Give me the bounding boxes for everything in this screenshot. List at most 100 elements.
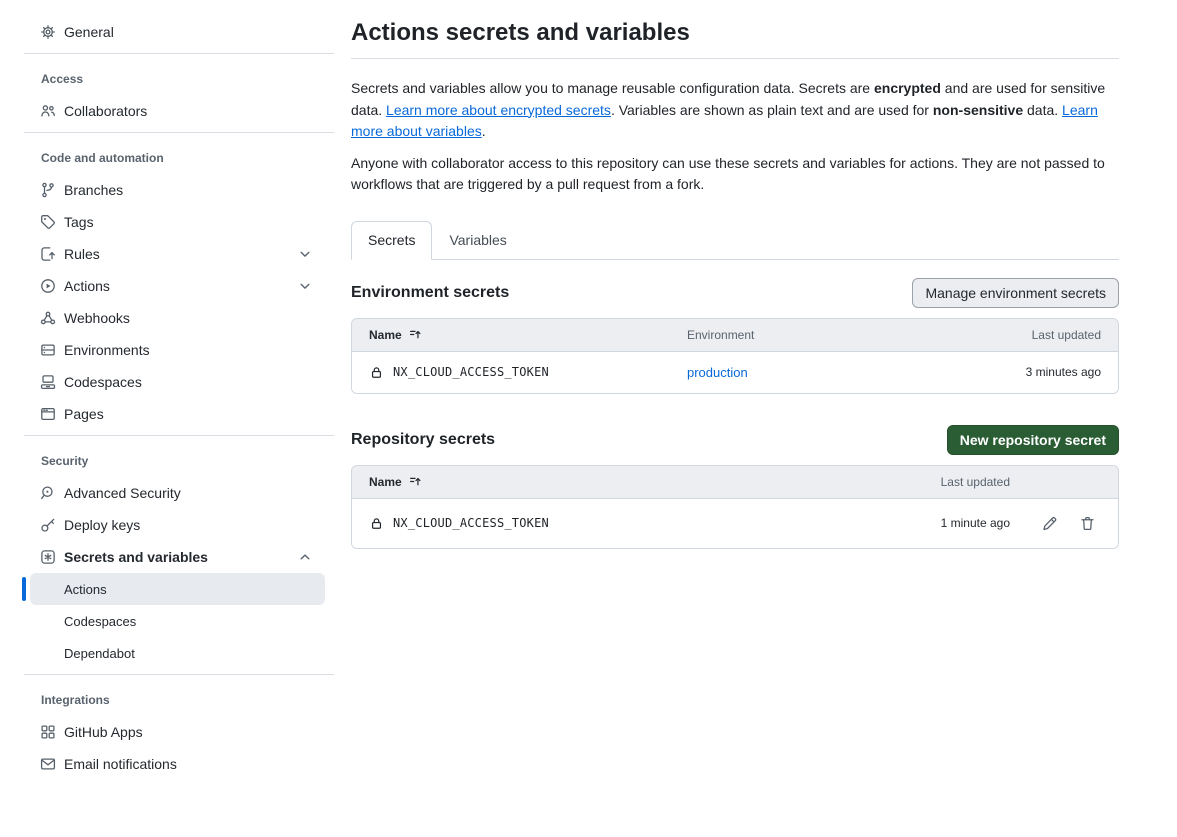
sidebar-item-general[interactable]: General [22,16,325,48]
column-header-label: Name [369,475,402,489]
environment-secrets-heading: Environment secrets [351,284,509,302]
repository-secrets-header: Repository secrets New repository secret [351,425,1119,455]
server-icon [40,342,56,358]
sidebar-item-secrets-and-variables[interactable]: Secrets and variables [22,541,325,573]
sidebar-item-tags[interactable]: Tags [22,206,325,238]
sidebar-item-pages[interactable]: Pages [22,398,325,430]
new-repository-secret-button[interactable]: New repository secret [947,425,1119,455]
pencil-icon [1041,515,1058,532]
chevron-up-icon [297,549,313,565]
intro-paragraph-1: Secrets and variables allow you to manag… [351,78,1119,143]
sidebar-item-label: Actions [64,582,107,597]
repository-secrets-table: Name Last updated [351,465,1119,549]
sidebar-item-label: Dependabot [64,646,135,661]
row-actions [1010,515,1118,532]
key-icon [40,517,56,533]
intro-segment: . [482,123,486,139]
git-branch-icon [40,182,56,198]
main-content: Actions secrets and variables Secrets an… [351,0,1119,780]
lock-icon [369,516,384,531]
sidebar-divider [24,674,334,675]
sidebar-item-rules[interactable]: Rules [22,238,325,270]
column-header-label: Name [369,328,402,342]
play-circle-icon [40,278,56,294]
edit-secret-button[interactable] [1041,515,1058,532]
column-header-name[interactable]: Name [352,328,687,342]
sidebar-item-collaborators[interactable]: Collaborators [22,95,325,127]
tab-secrets[interactable]: Secrets [351,221,432,260]
codespaces-icon [40,374,56,390]
sidebar-item-deploy-keys[interactable]: Deploy keys [22,509,325,541]
last-updated-cell: 3 minutes ago [918,365,1118,379]
environment-secrets-header: Environment secrets Manage environment s… [351,278,1119,308]
sort-ascending-icon [409,328,422,341]
sidebar-item-label: Codespaces [64,614,136,629]
page-title: Actions secrets and variables [351,16,1119,59]
sidebar-item-branches[interactable]: Branches [22,174,325,206]
tab-variables[interactable]: Variables [432,221,523,260]
column-header-name[interactable]: Name [352,475,880,489]
sidebar-item-label: Email notifications [64,756,177,772]
intro-paragraph-2: Anyone with collaborator access to this … [351,153,1119,196]
mail-icon [40,756,56,772]
last-updated-cell: 1 minute ago [880,516,1010,530]
sidebar-item-label: GitHub Apps [64,724,143,740]
chevron-down-icon [297,246,313,262]
sidebar-item-advanced-security[interactable]: Advanced Security [22,477,325,509]
sidebar-section-security: Security [22,445,325,477]
sidebar-section-integrations: Integrations [22,684,325,716]
learn-more-encrypted-secrets-link[interactable]: Learn more about encrypted secrets [386,102,611,118]
sidebar-item-codespaces[interactable]: Codespaces [22,366,325,398]
secret-name: NX_CLOUD_ACCESS_TOKEN [393,365,549,379]
sidebar-item-label: Codespaces [64,374,142,390]
apps-grid-icon [40,724,56,740]
asterisk-box-icon [40,549,56,565]
column-header-last-updated: Last updated [918,328,1118,342]
sidebar-divider [24,132,334,133]
codescan-icon [40,485,56,501]
column-header-environment: Environment [687,328,918,342]
sidebar-item-environments[interactable]: Environments [22,334,325,366]
sidebar-section-access: Access [22,63,325,95]
sort-ascending-icon [409,475,422,488]
sidebar-subitem-actions[interactable]: Actions [30,573,325,605]
sidebar-item-label: Webhooks [64,310,130,326]
sidebar-item-label: Pages [64,406,104,422]
sidebar-item-label: Secrets and variables [64,549,208,565]
secrets-variables-tabnav: Secrets Variables [351,221,1119,260]
sidebar-item-actions[interactable]: Actions [22,270,325,302]
sidebar-item-email-notifications[interactable]: Email notifications [22,748,325,780]
sidebar-item-label: Environments [64,342,150,358]
browser-icon [40,406,56,422]
sidebar-divider [24,53,334,54]
sidebar-item-label: General [64,24,114,40]
table-header-row: Name Environment Last updated [352,319,1118,352]
sidebar-item-label: Rules [64,246,100,262]
sidebar-subitem-dependabot[interactable]: Dependabot [22,637,325,669]
delete-secret-button[interactable] [1079,515,1096,532]
gear-icon [40,24,56,40]
environment-link[interactable]: production [687,365,748,380]
sidebar-item-label: Actions [64,278,110,294]
people-icon [40,103,56,119]
secret-name-cell: NX_CLOUD_ACCESS_TOKEN [352,365,687,380]
sidebar-subitem-codespaces[interactable]: Codespaces [22,605,325,637]
sidebar-item-webhooks[interactable]: Webhooks [22,302,325,334]
secret-name: NX_CLOUD_ACCESS_TOKEN [393,516,549,530]
lock-icon [369,365,384,380]
rules-icon [40,246,56,262]
intro-segment: data. [1023,102,1062,118]
table-row: NX_CLOUD_ACCESS_TOKEN production 3 minut… [352,352,1118,393]
tag-icon [40,214,56,230]
settings-sidebar: General Access Collaborators Code and au… [0,0,335,780]
repository-secrets-heading: Repository secrets [351,431,495,449]
table-row: NX_CLOUD_ACCESS_TOKEN 1 minute ago [352,499,1118,548]
sidebar-item-label: Advanced Security [64,485,181,501]
intro-segment: . Variables are shown as plain text and … [611,102,933,118]
manage-environment-secrets-button[interactable]: Manage environment secrets [912,278,1119,308]
sidebar-item-github-apps[interactable]: GitHub Apps [22,716,325,748]
environment-secrets-table: Name Environment Last updated [351,318,1119,394]
webhook-icon [40,310,56,326]
sidebar-item-label: Branches [64,182,123,198]
secret-name-cell: NX_CLOUD_ACCESS_TOKEN [352,516,880,531]
